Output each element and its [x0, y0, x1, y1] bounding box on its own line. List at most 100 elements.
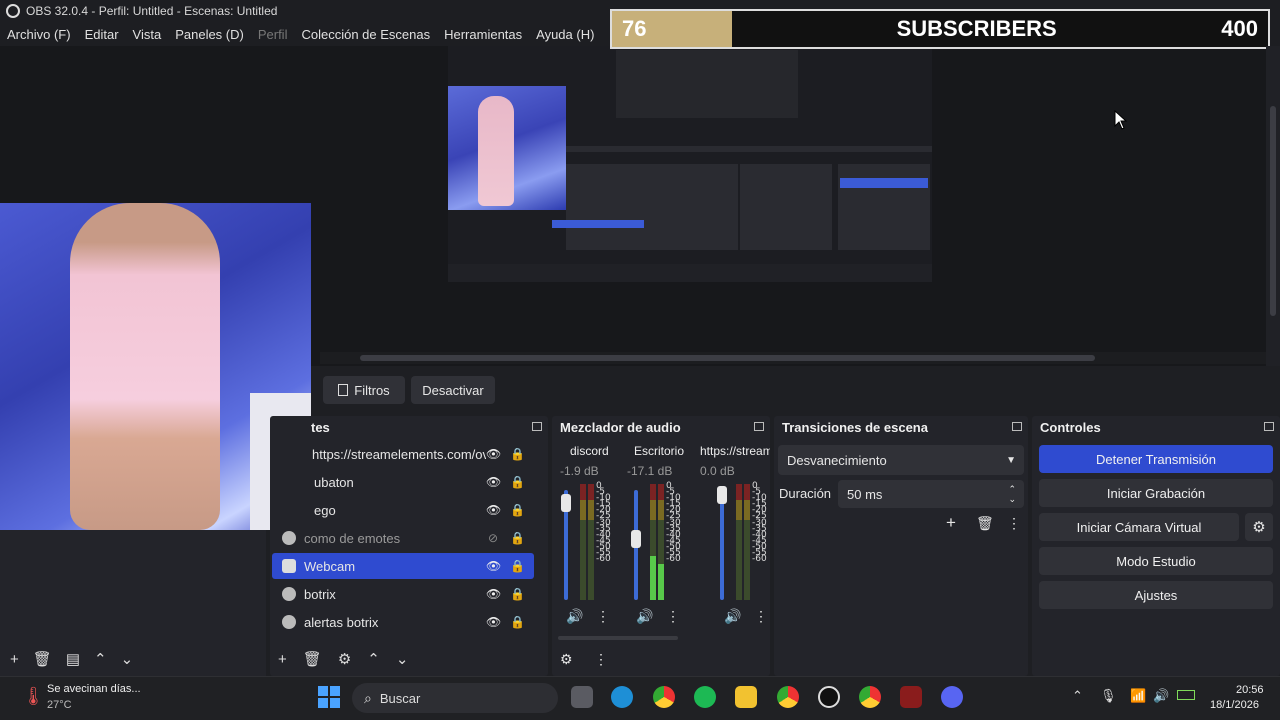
obs-logo-icon	[6, 4, 20, 18]
lock-icon[interactable]: 🔒	[510, 531, 525, 545]
eye-icon[interactable]: 👁	[486, 447, 501, 461]
lock-icon[interactable]: 🔒	[510, 447, 525, 461]
menu-ayuda[interactable]: Ayuda (H)	[529, 27, 601, 42]
eye-icon[interactable]: 👁	[486, 475, 501, 489]
speaker-icon[interactable]: 🔊	[566, 608, 583, 625]
source-properties-icon[interactable]: ⚙	[338, 650, 351, 668]
source-item[interactable]: botrix 👁 🔒	[272, 581, 534, 607]
menu-vista[interactable]: Vista	[126, 27, 169, 42]
windows-start-icon[interactable]	[318, 686, 340, 708]
task-view-icon[interactable]	[571, 686, 593, 708]
game-icon[interactable]	[900, 686, 922, 708]
lock-icon[interactable]: 🔒	[510, 615, 525, 629]
float-dock-icon[interactable]	[1264, 422, 1274, 431]
lock-icon[interactable]: 🔒	[510, 475, 525, 489]
stop-stream-button[interactable]: Detener Transmisión	[1039, 445, 1273, 473]
chrome-profile-icon[interactable]	[777, 686, 799, 708]
add-source-icon[interactable]: +	[278, 651, 287, 668]
source-item[interactable]: https://streamelements.com/ov 👁 🔒	[272, 441, 534, 467]
volume-icon[interactable]: 🔊	[1153, 688, 1169, 704]
duration-input[interactable]: 50 ms ⌃ ⌄	[838, 480, 1024, 508]
float-dock-icon[interactable]	[754, 422, 764, 431]
menu-coleccion-escenas[interactable]: Colección de Escenas	[294, 27, 437, 42]
mixer-horizontal-scrollbar[interactable]	[558, 636, 678, 640]
stepper-icon[interactable]: ⌃ ⌄	[1008, 484, 1016, 504]
start-recording-button[interactable]: Iniciar Grabación	[1039, 479, 1273, 507]
move-up-icon[interactable]: ⌃	[367, 650, 380, 668]
lock-icon[interactable]: 🔒	[510, 559, 525, 573]
more-options-icon[interactable]: ⋮	[596, 608, 610, 625]
transition-select[interactable]: Desvanecimiento ▼	[778, 445, 1024, 475]
weather-title[interactable]: Se avecinan días...	[47, 683, 141, 695]
source-label: Webcam	[304, 558, 356, 574]
remove-scene-icon[interactable]: 🗑	[33, 650, 52, 668]
eye-icon[interactable]: 👁	[486, 559, 501, 573]
mixer-menu-icon[interactable]: ⋮	[594, 651, 608, 668]
volume-slider-handle[interactable]	[561, 494, 571, 512]
webcam-video	[0, 203, 311, 530]
studio-mode-button[interactable]: Modo Estudio	[1039, 547, 1273, 575]
file-explorer-icon[interactable]	[735, 686, 757, 708]
menu-archivo[interactable]: Archivo (F)	[0, 27, 78, 42]
filters-button[interactable]: Filtros	[323, 376, 405, 404]
move-down-icon[interactable]: ⌄	[396, 650, 409, 668]
menu-paneles[interactable]: Paneles (D)	[168, 27, 251, 42]
virtual-camera-settings-icon[interactable]: ⚙	[1245, 513, 1273, 541]
lock-icon[interactable]: 🔒	[510, 587, 525, 601]
volume-slider-handle[interactable]	[717, 486, 727, 504]
taskbar-search[interactable]: ⌕ Buscar	[352, 683, 558, 713]
transition-properties-icon[interactable]: ⋮	[1007, 515, 1021, 532]
eye-icon[interactable]: 👁	[486, 615, 501, 629]
battery-icon[interactable]	[1177, 690, 1195, 700]
menu-herramientas[interactable]: Herramientas	[437, 27, 529, 42]
wifi-icon[interactable]: 📶	[1130, 688, 1146, 704]
channel-db: -17.1 dB	[627, 464, 673, 478]
move-down-icon[interactable]: ⌄	[121, 650, 134, 668]
preview-horizontal-scrollbar[interactable]	[320, 352, 1266, 364]
source-item[interactable]: ubaton 👁 🔒	[272, 469, 534, 495]
deactivate-button[interactable]: Desactivar	[411, 376, 495, 404]
lock-icon[interactable]: 🔒	[510, 503, 525, 517]
clock-date[interactable]: 18/1/2026	[1210, 699, 1259, 711]
obs-taskbar-icon[interactable]	[818, 686, 840, 708]
remove-source-icon[interactable]: 🗑	[303, 650, 322, 668]
eye-hidden-icon[interactable]: ⊘	[486, 531, 500, 545]
start-virtual-camera-button[interactable]: Iniciar Cámara Virtual	[1039, 513, 1239, 541]
source-item[interactable]: ego 👁 🔒	[272, 497, 534, 523]
microphone-icon[interactable]: 🎙	[1100, 688, 1117, 704]
settings-button[interactable]: Ajustes	[1039, 581, 1273, 609]
chevron-up-icon[interactable]: ⌃	[1072, 688, 1083, 704]
float-dock-icon[interactable]	[1012, 422, 1022, 431]
preview-vertical-scrollbar[interactable]	[1266, 46, 1280, 366]
more-options-icon[interactable]: ⋮	[754, 608, 768, 625]
volume-slider[interactable]	[720, 490, 724, 600]
menu-perfil[interactable]: Perfil	[251, 27, 295, 42]
eye-icon[interactable]: 👁	[486, 587, 501, 601]
volume-slider-handle[interactable]	[631, 530, 641, 548]
mixer-settings-icon[interactable]: ⚙	[560, 651, 573, 668]
edge-icon[interactable]	[611, 686, 633, 708]
subscriber-count: 76	[612, 11, 732, 47]
chrome-icon[interactable]	[653, 686, 675, 708]
spotify-icon[interactable]	[694, 686, 716, 708]
clock-time[interactable]: 20:56	[1236, 684, 1264, 696]
chrome-alt-icon[interactable]	[859, 686, 881, 708]
source-item-selected[interactable]: Webcam 👁 🔒	[272, 553, 534, 579]
source-item[interactable]: alertas botrix 👁 🔒	[272, 609, 534, 635]
subscriber-goal: 400	[1221, 16, 1258, 41]
speaker-icon[interactable]: 🔊	[636, 608, 653, 625]
controls-title: Controles	[1040, 420, 1101, 435]
add-scene-icon[interactable]: +	[10, 651, 19, 668]
more-options-icon[interactable]: ⋮	[666, 608, 680, 625]
discord-icon[interactable]	[941, 686, 963, 708]
menu-editar[interactable]: Editar	[78, 27, 126, 42]
add-transition-icon[interactable]: +	[946, 513, 956, 533]
float-dock-icon[interactable]	[532, 422, 542, 431]
remove-transition-icon[interactable]: 🗑	[976, 515, 994, 532]
scene-filters-icon[interactable]: ▤	[66, 650, 80, 668]
speaker-icon[interactable]: 🔊	[724, 608, 741, 625]
source-item[interactable]: como de emotes ⊘ 🔒	[272, 525, 534, 551]
channel-name: https://stream	[700, 444, 770, 458]
eye-icon[interactable]: 👁	[486, 503, 501, 517]
move-up-icon[interactable]: ⌃	[94, 650, 107, 668]
